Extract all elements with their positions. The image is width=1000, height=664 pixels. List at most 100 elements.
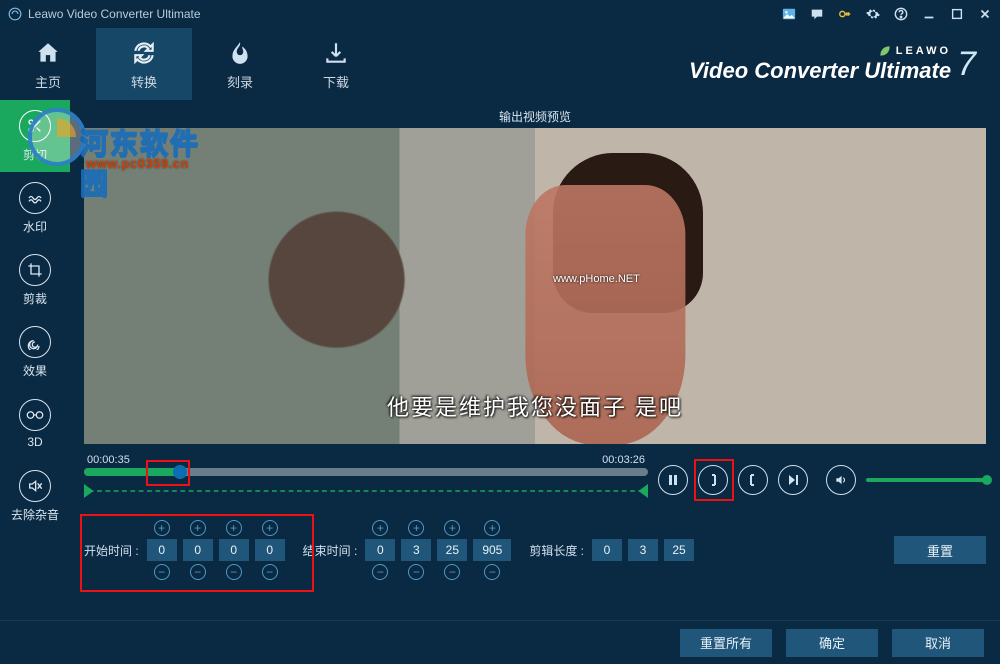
- tool-3d[interactable]: 3D: [0, 388, 70, 460]
- reset-all-button[interactable]: 重置所有: [680, 629, 772, 657]
- minus-icon[interactable]: −: [408, 564, 424, 580]
- minus-icon[interactable]: −: [226, 564, 242, 580]
- video-watermark-url: www.pHome.NET: [553, 273, 640, 285]
- time-current: 00:00:35: [87, 454, 130, 466]
- nav-convert[interactable]: 转换: [96, 28, 192, 100]
- help-icon[interactable]: [894, 7, 908, 21]
- time-panel: 开始时间 : + 0 − + 0 − + 0 −: [84, 516, 986, 594]
- minus-icon[interactable]: −: [484, 564, 500, 580]
- leaf-icon: [878, 44, 892, 58]
- plus-icon[interactable]: +: [372, 520, 388, 536]
- next-frame-button[interactable]: [778, 465, 808, 495]
- volume-slider[interactable]: [866, 478, 986, 482]
- start-m-spin: + 0 −: [183, 520, 213, 580]
- length-h-value: 0: [592, 539, 622, 561]
- key-icon[interactable]: [838, 7, 852, 21]
- tool-watermark-label: 水印: [23, 218, 47, 235]
- end-m-value[interactable]: 3: [401, 539, 431, 561]
- spiral-icon: [27, 334, 43, 350]
- left-tools: 剪切 水印 剪裁 效果 3D 去除杂音: [0, 100, 70, 620]
- app-title: Leawo Video Converter Ultimate: [8, 7, 782, 21]
- maximize-icon[interactable]: [950, 7, 964, 21]
- window-controls: [782, 7, 992, 21]
- length-m-value: 3: [628, 539, 658, 561]
- minus-icon[interactable]: −: [372, 564, 388, 580]
- tool-effect-label: 效果: [23, 362, 47, 379]
- flame-icon: [225, 38, 255, 68]
- nav-burn[interactable]: 刻录: [192, 28, 288, 100]
- close-icon[interactable]: [978, 7, 992, 21]
- tool-denoise[interactable]: 去除杂音: [0, 460, 70, 532]
- end-time-group: 结束时间 : +0− +3− +25− +905−: [303, 520, 512, 580]
- end-h-value[interactable]: 0: [365, 539, 395, 561]
- length-group: 剪辑长度 : 0 3 25: [529, 539, 694, 561]
- nav-download-label: 下载: [323, 72, 349, 91]
- nav-download[interactable]: 下载: [288, 28, 384, 100]
- play-controls: [658, 465, 986, 495]
- plus-icon[interactable]: +: [154, 520, 170, 536]
- set-end-button[interactable]: [738, 465, 768, 495]
- tool-denoise-label: 去除杂音: [11, 506, 59, 523]
- glasses-icon: [26, 407, 44, 423]
- end-s-value[interactable]: 25: [437, 539, 467, 561]
- start-time-group: 开始时间 : + 0 − + 0 − + 0 −: [84, 520, 285, 580]
- brand-version: 7: [957, 45, 976, 84]
- length-s-value: 25: [664, 539, 694, 561]
- crop-icon: [27, 262, 43, 278]
- minus-icon[interactable]: −: [154, 564, 170, 580]
- main-panel: 输出视频预览 www.pHome.NET 他要是维护我您没面子 是吧 00:00…: [70, 100, 1000, 620]
- minus-icon[interactable]: −: [262, 564, 278, 580]
- bottom-bar: 重置所有 确定 取消: [0, 620, 1000, 664]
- tool-trim[interactable]: 剪切: [0, 100, 70, 172]
- cancel-button[interactable]: 取消: [892, 629, 984, 657]
- ok-button[interactable]: 确定: [786, 629, 878, 657]
- start-h-value[interactable]: 0: [147, 539, 177, 561]
- tool-crop-label: 剪裁: [23, 290, 47, 307]
- minimize-icon[interactable]: [922, 7, 936, 21]
- end-ms-value[interactable]: 905: [473, 539, 511, 561]
- scissors-icon: [27, 118, 43, 134]
- nav-home[interactable]: 主页: [0, 28, 96, 100]
- minus-icon[interactable]: −: [444, 564, 460, 580]
- start-time-label: 开始时间 :: [84, 542, 139, 559]
- reset-button[interactable]: 重置: [894, 536, 986, 564]
- video-subtitle: 他要是维护我您没面子 是吧: [84, 390, 986, 422]
- start-s-value[interactable]: 0: [219, 539, 249, 561]
- home-icon: [33, 38, 63, 68]
- tool-watermark[interactable]: 水印: [0, 172, 70, 244]
- start-ms-value[interactable]: 0: [255, 539, 285, 561]
- tool-trim-label: 剪切: [23, 146, 47, 163]
- trim-range[interactable]: [84, 482, 648, 500]
- plus-icon[interactable]: +: [226, 520, 242, 536]
- timeline-row: 00:00:35 00:03:26: [84, 454, 986, 506]
- tool-3d-label: 3D: [27, 435, 42, 449]
- start-h-spin: + 0 −: [147, 520, 177, 580]
- minus-icon[interactable]: −: [190, 564, 206, 580]
- plus-icon[interactable]: +: [190, 520, 206, 536]
- set-start-button[interactable]: [698, 465, 728, 495]
- convert-icon: [129, 38, 159, 68]
- picture-icon[interactable]: [782, 7, 796, 21]
- brand-main: Video Converter Ultimate: [689, 58, 951, 84]
- tool-crop[interactable]: 剪裁: [0, 244, 70, 316]
- nav-home-label: 主页: [35, 72, 61, 91]
- chat-icon[interactable]: [810, 7, 824, 21]
- end-time-label: 结束时间 :: [303, 542, 358, 559]
- pause-button[interactable]: [658, 465, 688, 495]
- plus-icon[interactable]: +: [444, 520, 460, 536]
- seek-track[interactable]: [84, 468, 648, 476]
- time-total: 00:03:26: [602, 454, 645, 466]
- start-s-spin: + 0 −: [219, 520, 249, 580]
- download-icon: [321, 38, 351, 68]
- nav-burn-label: 刻录: [227, 72, 253, 91]
- gear-icon[interactable]: [866, 7, 880, 21]
- start-m-value[interactable]: 0: [183, 539, 213, 561]
- plus-icon[interactable]: +: [262, 520, 278, 536]
- video-preview[interactable]: www.pHome.NET 他要是维护我您没面子 是吧: [84, 128, 986, 444]
- seek-handle[interactable]: [173, 465, 187, 479]
- volume-button[interactable]: [826, 465, 856, 495]
- mute-icon: [27, 478, 43, 494]
- tool-effect[interactable]: 效果: [0, 316, 70, 388]
- plus-icon[interactable]: +: [408, 520, 424, 536]
- plus-icon[interactable]: +: [484, 520, 500, 536]
